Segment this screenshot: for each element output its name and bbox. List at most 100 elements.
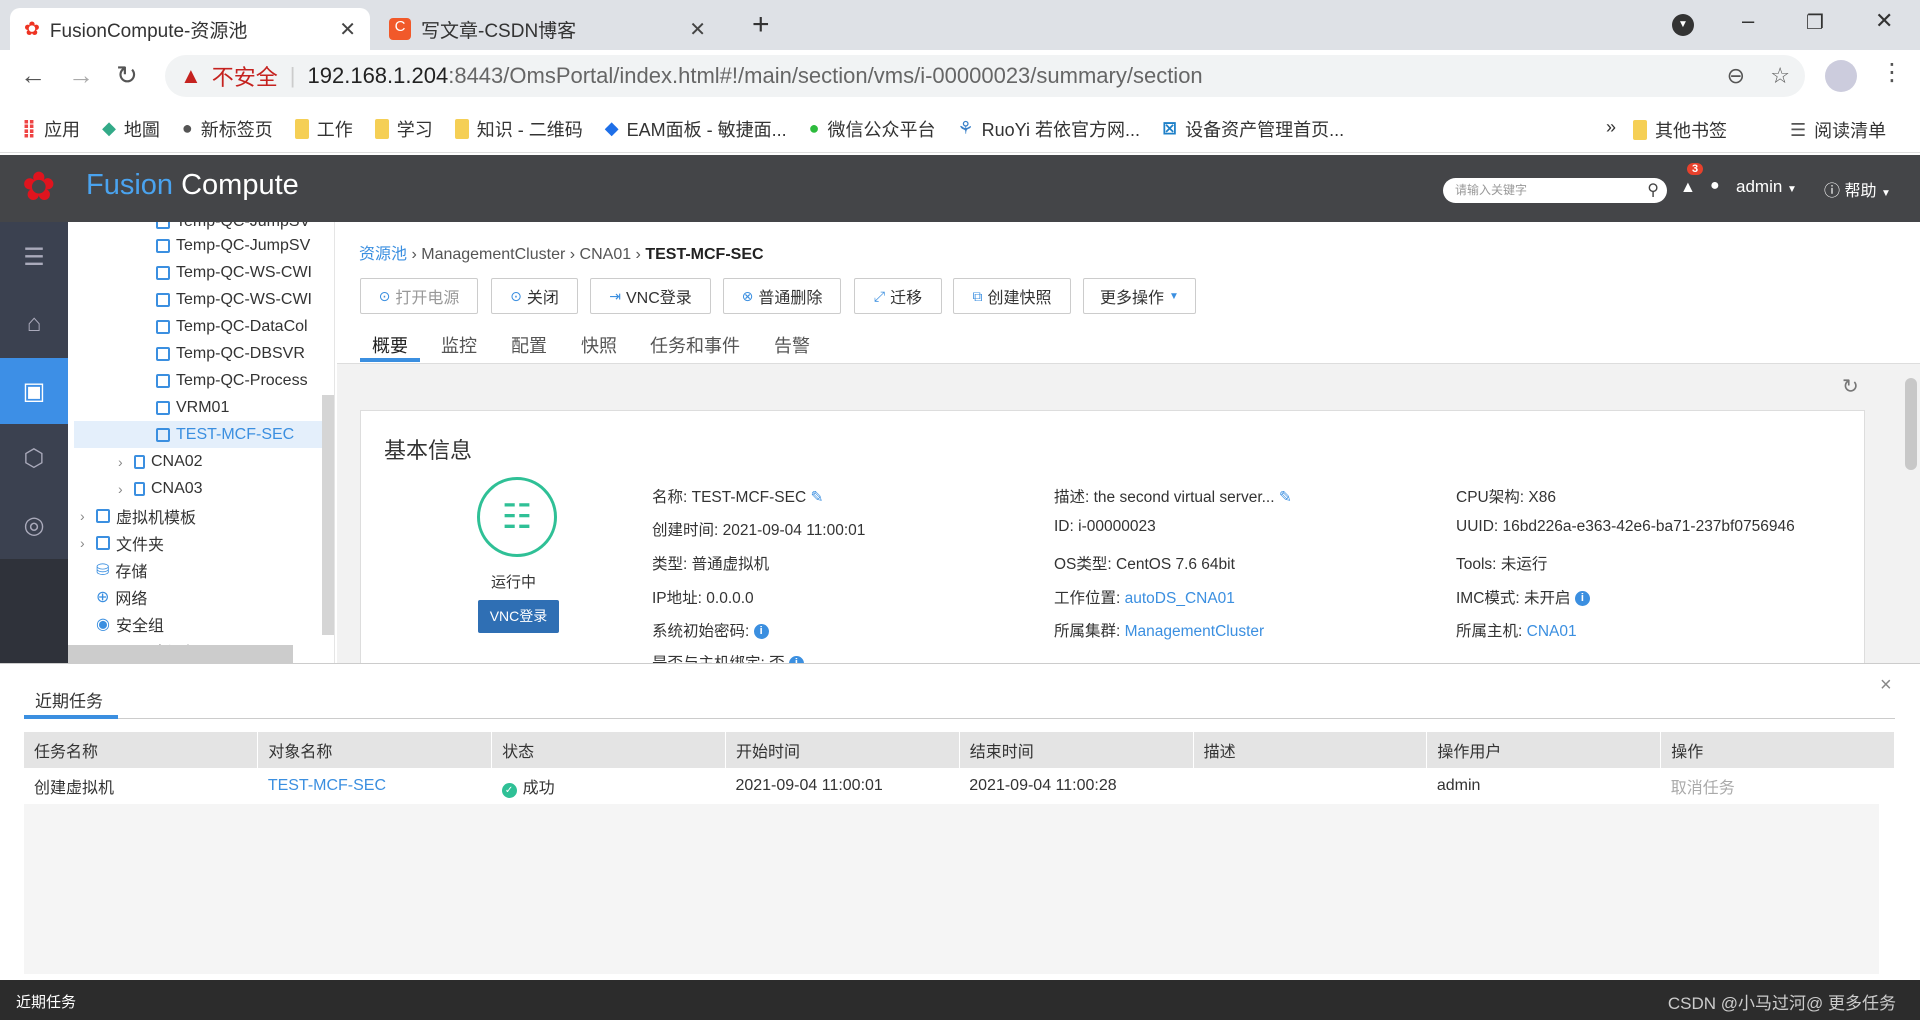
bookmark-wechat[interactable]: ●微信公众平台 (809, 116, 936, 142)
delete-button[interactable]: ⊗普通删除 (723, 278, 841, 314)
bookmark-eam[interactable]: ◆EAM面板 - 敏捷面... (605, 116, 787, 142)
tree-item-host[interactable]: ›CNA02 (118, 448, 203, 475)
tree-item-templates[interactable]: ›虚拟机模板 (80, 502, 196, 529)
breadcrumb-item[interactable]: 资源池 (359, 246, 407, 263)
help-menu[interactable]: ⓘ 帮助 ▼ (1824, 177, 1891, 201)
bookmark-knowledge[interactable]: 知识 - 二维码 (455, 116, 583, 142)
main-scrollbar[interactable] (1905, 378, 1917, 470)
refresh-icon[interactable]: ↻ (1842, 374, 1859, 399)
chevron-right-icon[interactable]: › (118, 454, 128, 470)
forward-button[interactable]: → (68, 60, 94, 91)
vnc-login-button[interactable]: VNC登录 (478, 600, 559, 633)
bookmarks-overflow-button[interactable]: » (1606, 117, 1616, 138)
tree-item-security-group[interactable]: ◉安全组 (96, 610, 164, 637)
chevron-right-icon[interactable]: › (80, 508, 90, 524)
column-header[interactable]: 开始时间 (725, 732, 959, 768)
restore-button[interactable]: ❐ (1806, 10, 1824, 35)
vnc-login-button[interactable]: ⇥VNC登录 (590, 278, 711, 314)
tree-item-vm[interactable]: Temp-QC-DataCol (156, 313, 308, 340)
reading-list[interactable]: ☰阅读清单 (1790, 117, 1886, 143)
close-tab-icon[interactable]: ✕ (339, 17, 356, 42)
chevron-right-icon[interactable]: › (80, 535, 90, 551)
cancel-task-link[interactable]: 取消任务 (1661, 768, 1895, 804)
zoom-icon[interactable]: ⊖ (1727, 63, 1745, 89)
bookmark-assets[interactable]: ⊠设备资产管理首页... (1162, 116, 1344, 142)
column-header[interactable]: 任务名称 (24, 732, 258, 768)
back-button[interactable]: ← (20, 60, 46, 91)
minimize-button[interactable]: – (1742, 8, 1754, 34)
bookmark-newtab[interactable]: ●新标签页 (182, 116, 273, 142)
browser-tab[interactable]: C写文章-CSDN博客✕ (375, 8, 720, 50)
edit-icon[interactable]: ✎ (1279, 489, 1292, 506)
column-header[interactable]: 对象名称 (258, 732, 492, 768)
tree-item-folders[interactable]: ›文件夹 (80, 529, 164, 556)
tab-monitor[interactable]: 监控 (441, 332, 477, 358)
browser-tab-active[interactable]: ✿FusionCompute-资源池✕ (10, 8, 370, 50)
tab-summary[interactable]: 概要 (372, 332, 408, 358)
info-icon[interactable]: i (1575, 591, 1590, 606)
bookmark-apps[interactable]: ⣿应用 (22, 116, 80, 142)
bookmark-study[interactable]: 学习 (375, 116, 433, 142)
tab-snapshot[interactable]: 快照 (581, 332, 617, 358)
reload-button[interactable]: ↻ (116, 60, 138, 91)
bookmark-other[interactable]: 其他书签 (1633, 117, 1727, 143)
create-snapshot-button[interactable]: ⧉创建快照 (953, 278, 1071, 314)
migrate-button[interactable]: ⤢迁移 (854, 278, 942, 314)
close-window-button[interactable]: ✕ (1875, 8, 1893, 34)
bookmark-work[interactable]: 工作 (295, 116, 353, 142)
star-icon[interactable]: ☆ (1770, 63, 1790, 89)
breadcrumb-item[interactable]: CNA01 (580, 246, 632, 263)
tree-item-vm[interactable]: Temp-QC-WS-CWI (156, 259, 312, 286)
user-menu[interactable]: admin ▼ (1736, 177, 1797, 197)
edit-icon[interactable]: ✎ (810, 489, 823, 506)
tree-item-vm[interactable]: Temp-QC-JumpSV (156, 232, 310, 259)
search-icon[interactable]: ⚲ (1647, 178, 1659, 203)
chevron-right-icon[interactable]: › (118, 481, 128, 497)
menu-icon[interactable]: ⋮ (1880, 58, 1904, 87)
bookmark-maps[interactable]: ◆地圖 (102, 116, 160, 142)
column-header[interactable]: 结束时间 (959, 732, 1193, 768)
power-on-button[interactable]: ⊙打开电源 (360, 278, 478, 314)
tab-search-icon[interactable]: ▼ (1672, 14, 1694, 36)
more-actions-button[interactable]: 更多操作▼ (1083, 278, 1196, 314)
object-name-link[interactable]: TEST-MCF-SEC (258, 768, 492, 804)
vertical-scrollbar[interactable] (322, 395, 334, 635)
shutdown-button[interactable]: ⊙关闭 (491, 278, 578, 314)
tab-alarms[interactable]: 告警 (774, 332, 810, 358)
tree-item-storage[interactable]: ⛁存储 (96, 556, 147, 583)
tree-item-host[interactable]: ›CNA03 (118, 475, 203, 502)
column-header[interactable]: 描述 (1193, 732, 1427, 768)
alarm-icon[interactable]: ▲ (1680, 179, 1696, 197)
column-header[interactable]: 操作 (1661, 732, 1895, 768)
tree-item-vm[interactable]: Temp-QC-DBSVR (156, 340, 305, 367)
nav-system-icon[interactable]: ◎ (0, 492, 68, 558)
nav-menu-icon[interactable]: ☰ (0, 224, 68, 290)
search-input[interactable]: 请输入关键字⚲ (1443, 178, 1667, 203)
host-link[interactable]: CNA01 (1527, 623, 1577, 640)
column-header[interactable]: 操作用户 (1427, 732, 1661, 768)
url-input[interactable]: ▲ 不安全 | 192.168.1.204:8443/OmsPortal/ind… (165, 55, 1805, 97)
close-panel-button[interactable]: × (1880, 674, 1892, 697)
nav-resource-pool-icon[interactable]: ▣ (0, 358, 68, 424)
close-tab-icon[interactable]: ✕ (689, 17, 706, 42)
tab-config[interactable]: 配置 (511, 332, 547, 358)
new-tab-button[interactable]: + (752, 8, 770, 42)
tree-item-vm[interactable]: Temp-QC-WS-CWI (156, 286, 312, 313)
nav-home-icon[interactable]: ⌂ (0, 291, 68, 357)
column-header[interactable]: 状态 (492, 732, 726, 768)
tree-item-vm[interactable]: VRM01 (156, 394, 229, 421)
info-icon[interactable]: i (754, 624, 769, 639)
tab-tasks-events[interactable]: 任务和事件 (650, 332, 740, 358)
breadcrumb-item[interactable]: ManagementCluster (421, 246, 565, 263)
datastore-link[interactable]: autoDS_CNA01 (1125, 590, 1235, 607)
tree-item-vm[interactable]: Temp-QC-Process (156, 367, 308, 394)
tree-item-vm-selected[interactable]: TEST-MCF-SEC (74, 421, 327, 448)
cluster-link[interactable]: ManagementCluster (1125, 623, 1265, 640)
recent-tasks-tab[interactable]: 近期任务 (35, 687, 103, 712)
tree-item-network[interactable]: ⊕网络 (96, 583, 147, 610)
horizontal-scrollbar[interactable] (68, 645, 293, 663)
nav-network-icon[interactable]: ⬡ (0, 425, 68, 491)
recent-tasks-toggle[interactable]: 近期任务 (16, 991, 76, 1012)
profile-avatar[interactable] (1825, 60, 1857, 92)
bookmark-ruoyi[interactable]: ⚘RuoYi 若依官方网... (958, 116, 1141, 142)
